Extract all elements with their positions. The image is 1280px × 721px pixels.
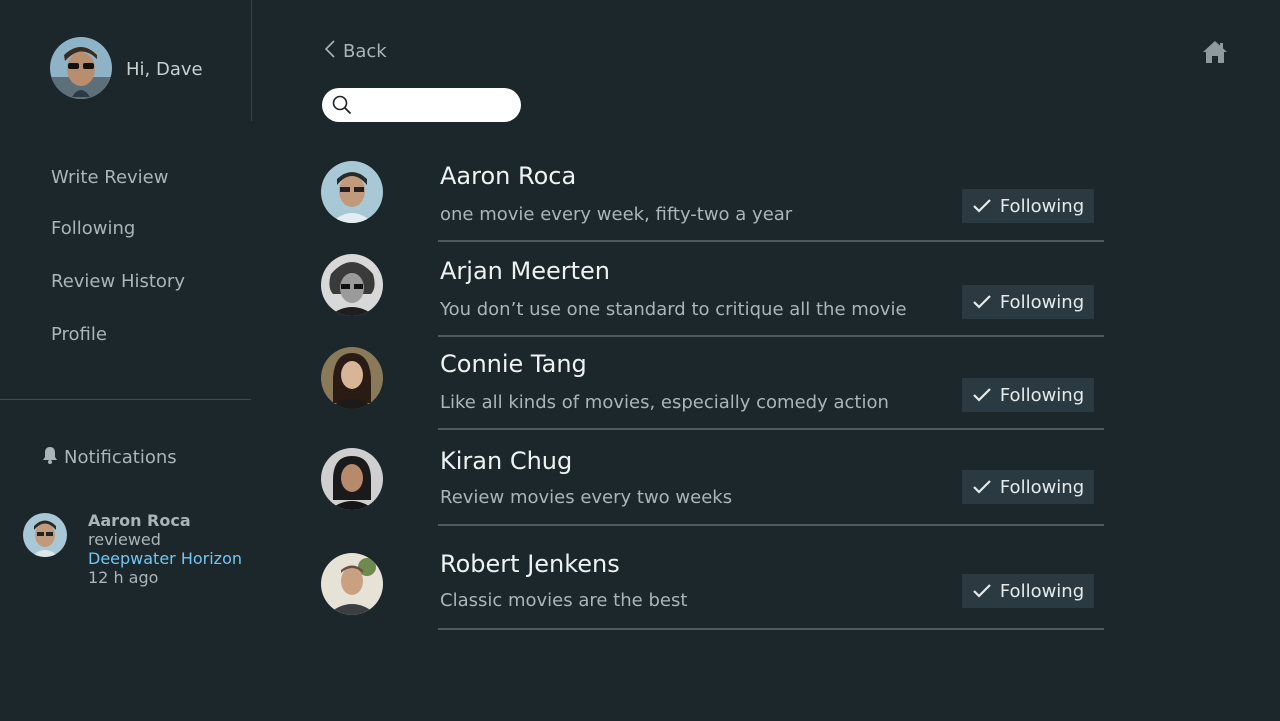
- sidebar-divider: [0, 399, 251, 400]
- user-name[interactable]: Arjan Meerten: [440, 257, 610, 285]
- following-button-label: Following: [999, 476, 1085, 498]
- notification-time: 12 h ago: [88, 568, 159, 587]
- home-icon[interactable]: [1201, 38, 1229, 66]
- sidebar-item-profile[interactable]: Profile: [51, 324, 107, 345]
- notification-action: reviewed: [88, 530, 161, 549]
- notifications-header: Notifications: [42, 446, 177, 469]
- following-button[interactable]: Following: [962, 574, 1094, 608]
- notification-item[interactable]: Aaron Roca reviewed Deepwater Horizon 12…: [88, 511, 242, 587]
- following-button[interactable]: Following: [962, 470, 1094, 504]
- check-icon: [973, 199, 991, 213]
- user-name[interactable]: Aaron Roca: [440, 162, 576, 190]
- row-divider: [438, 428, 1104, 430]
- sidebar: Hi, Dave Write Review Following Review H…: [0, 0, 252, 721]
- search-icon: [332, 95, 352, 115]
- row-divider: [438, 524, 1104, 526]
- check-icon: [973, 388, 991, 402]
- avatar[interactable]: [321, 254, 383, 316]
- user-name[interactable]: Kiran Chug: [440, 447, 572, 475]
- following-button-label: Following: [999, 384, 1085, 406]
- notification-movie-link[interactable]: Deepwater Horizon: [88, 549, 242, 568]
- user-name[interactable]: Robert Jenkens: [440, 550, 620, 578]
- sidebar-item-write-review[interactable]: Write Review: [51, 167, 168, 188]
- avatar[interactable]: [321, 161, 383, 223]
- row-divider: [438, 628, 1104, 630]
- check-icon: [973, 295, 991, 309]
- user-panel: Hi, Dave: [0, 0, 252, 121]
- following-button[interactable]: Following: [962, 189, 1094, 223]
- back-button[interactable]: Back: [324, 40, 387, 63]
- user-bio: one movie every week, fifty-two a year: [440, 204, 793, 225]
- user-bio: You don’t use one standard to critique a…: [440, 299, 907, 320]
- user-greeting: Hi, Dave: [126, 59, 203, 80]
- avatar[interactable]: [321, 553, 383, 615]
- notifications-label: Notifications: [64, 447, 177, 468]
- avatar[interactable]: [321, 347, 383, 409]
- check-icon: [973, 584, 991, 598]
- check-icon: [973, 480, 991, 494]
- following-button-label: Following: [999, 291, 1085, 313]
- following-button[interactable]: Following: [962, 285, 1094, 319]
- avatar[interactable]: [321, 448, 383, 510]
- notification-user-name: Aaron Roca: [88, 511, 191, 530]
- following-button-label: Following: [999, 195, 1085, 217]
- chevron-left-icon: [324, 40, 335, 63]
- following-button[interactable]: Following: [962, 378, 1094, 412]
- user-bio: Like all kinds of movies, especially com…: [440, 392, 889, 413]
- sidebar-item-following[interactable]: Following: [51, 218, 135, 239]
- user-name[interactable]: Connie Tang: [440, 350, 587, 378]
- search-input[interactable]: [360, 94, 514, 118]
- user-bio: Classic movies are the best: [440, 590, 688, 611]
- following-button-label: Following: [999, 580, 1085, 602]
- bell-icon: [42, 446, 58, 469]
- sidebar-item-review-history[interactable]: Review History: [51, 271, 185, 292]
- row-divider: [438, 240, 1104, 242]
- row-divider: [438, 335, 1104, 337]
- user-bio: Review movies every two weeks: [440, 487, 733, 508]
- notification-avatar[interactable]: [23, 513, 67, 557]
- user-avatar[interactable]: [50, 37, 112, 99]
- back-label: Back: [343, 41, 387, 62]
- search-bar[interactable]: [322, 88, 521, 122]
